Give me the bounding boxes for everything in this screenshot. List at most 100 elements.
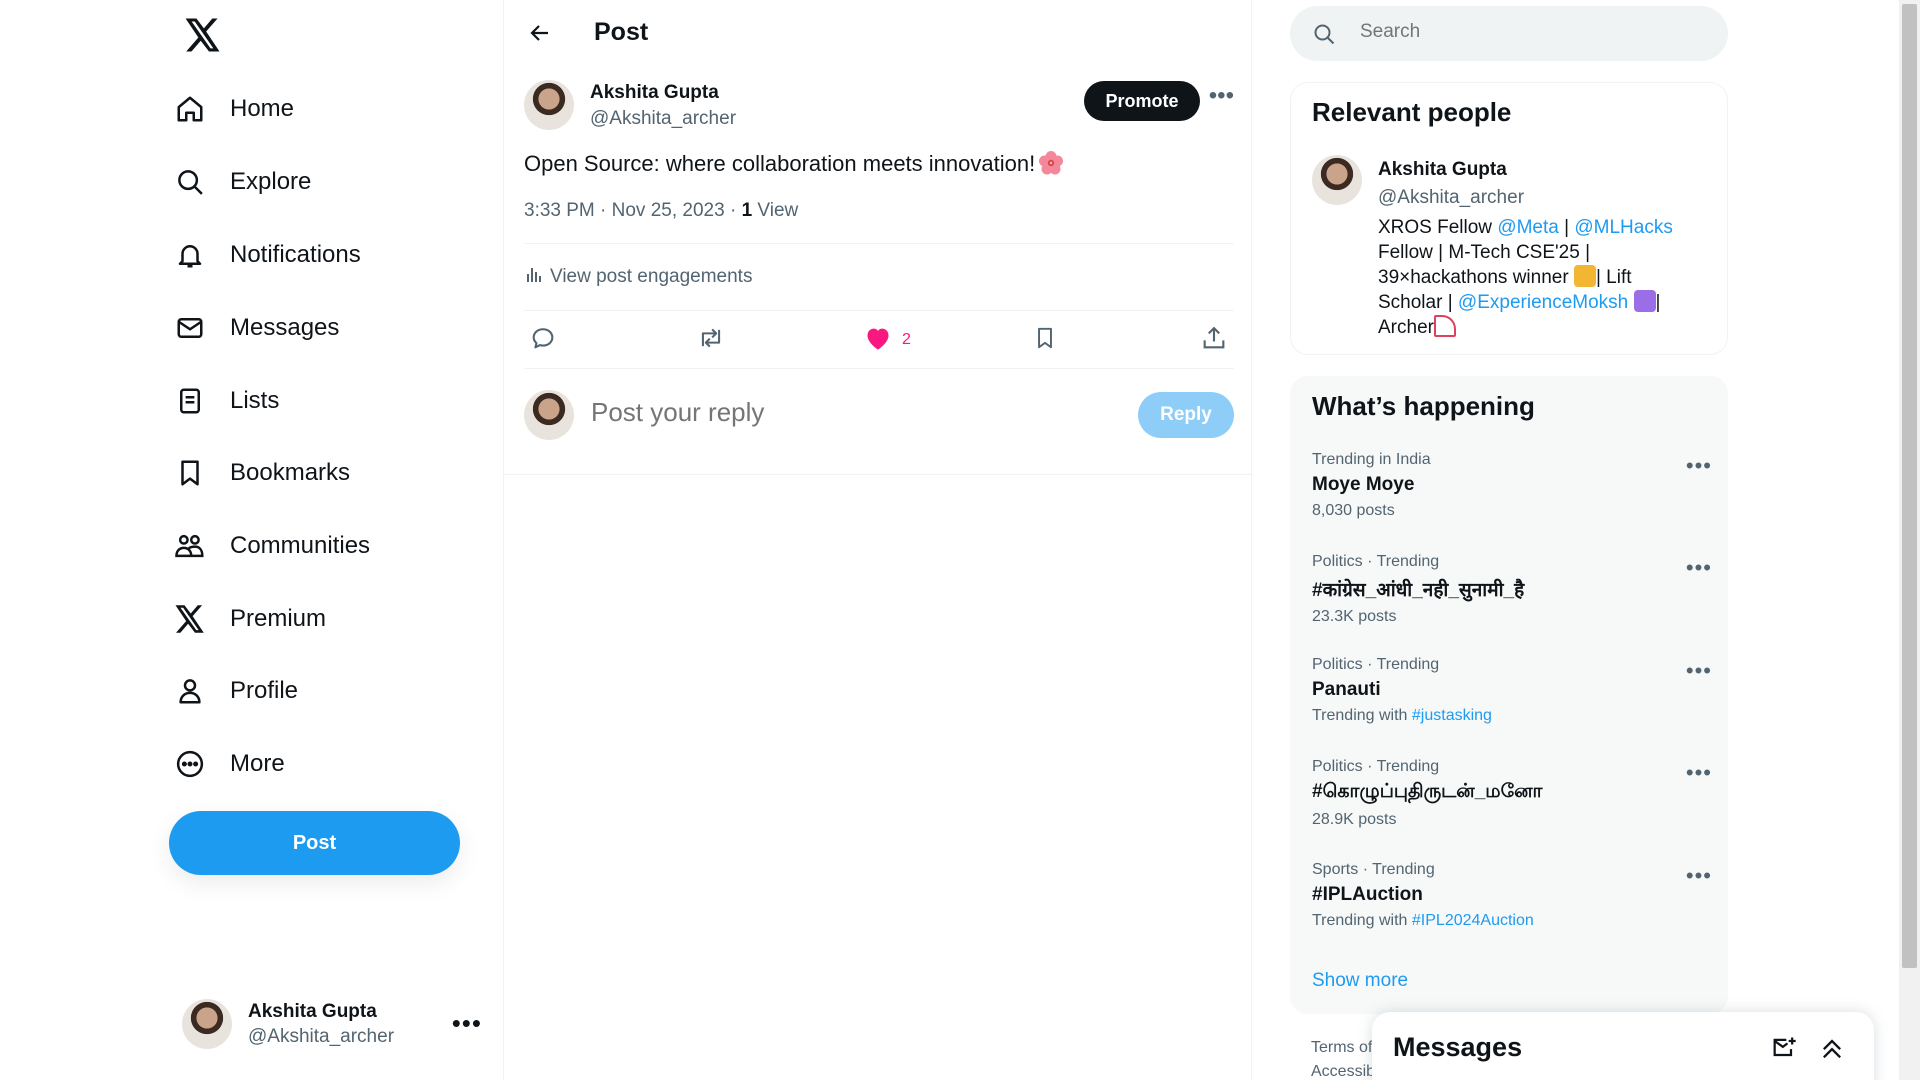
trend-item[interactable]: Politics · Trending #कांग्रेस_आंधी_नही_स… xyxy=(1312,553,1712,626)
trend-name: #कांग्रेस_आंधी_नही_सुनामी_है xyxy=(1312,580,1525,601)
reply-action[interactable] xyxy=(529,322,557,358)
scrollbar-thumb[interactable] xyxy=(1902,4,1917,968)
divider xyxy=(504,474,1253,475)
repost-action[interactable] xyxy=(696,322,726,358)
account-switcher[interactable]: Akshita Gupta @Akshita_archer ••• xyxy=(182,996,482,1052)
trophy-emoji-icon xyxy=(1573,265,1596,287)
avatar xyxy=(182,999,232,1049)
panel-title: Relevant people xyxy=(1312,97,1512,127)
nav-lists[interactable]: Lists xyxy=(172,373,279,429)
tweet-author: Akshita Gupta @Akshita_archer Promote ••… xyxy=(524,80,1234,134)
nav-profile-label: Profile xyxy=(230,677,299,704)
bio-link[interactable]: @Meta xyxy=(1497,217,1559,238)
nav-profile[interactable]: Profile xyxy=(172,663,298,719)
trend-hashtag-link[interactable]: #justasking xyxy=(1412,707,1492,724)
bookmark-action[interactable] xyxy=(1032,322,1058,358)
more-icon[interactable]: ••• xyxy=(1686,555,1712,581)
avatar[interactable] xyxy=(524,80,574,130)
communities-icon xyxy=(172,528,208,564)
trend-context: Politics · Trending xyxy=(1312,656,1440,673)
messages-drawer-title: Messages xyxy=(1393,1032,1523,1062)
person-name[interactable]: Akshita Gupta xyxy=(1378,159,1507,181)
trend-name: Panauti xyxy=(1312,679,1381,700)
trend-hashtag-link[interactable]: #IPL2024Auction xyxy=(1412,912,1534,929)
bio-link[interactable]: @ExperienceMoksh xyxy=(1458,292,1628,313)
like-action[interactable]: 2 xyxy=(864,322,911,358)
trend-posts: 8,030 posts xyxy=(1312,502,1712,520)
tweet-text-content: Open Source: where collaboration meets i… xyxy=(524,151,1036,176)
show-more-link[interactable]: Show more xyxy=(1312,970,1408,992)
person-icon xyxy=(172,673,208,709)
avatar[interactable] xyxy=(1312,155,1362,205)
nav-notifications[interactable]: Notifications xyxy=(172,227,361,283)
more-icon[interactable]: ••• xyxy=(1686,658,1712,684)
engagements-label: View post engagements xyxy=(550,266,753,287)
reply-input[interactable] xyxy=(591,397,1091,428)
nav-explore-label: Explore xyxy=(230,168,312,195)
reply-icon xyxy=(529,324,557,357)
account-handle: @Akshita_archer xyxy=(248,1025,395,1047)
search-icon xyxy=(1312,22,1336,51)
more-icon[interactable]: ••• xyxy=(1209,82,1234,110)
divider xyxy=(524,310,1234,311)
relevant-people-panel: Relevant people Akshita Gupta @Akshita_a… xyxy=(1290,82,1728,355)
nav-messages[interactable]: Messages xyxy=(172,300,339,356)
bio-link[interactable]: @MLHacks xyxy=(1574,217,1672,238)
nav-more[interactable]: More xyxy=(172,736,285,792)
main-column: Post Akshita Gupta @Akshita_archer Promo… xyxy=(503,0,1253,1080)
trend-posts: 23.3K posts xyxy=(1312,608,1712,626)
person-bio: XROS Fellow @Meta | @MLHacks Fellow | M-… xyxy=(1378,215,1678,340)
back-arrow-icon[interactable] xyxy=(524,17,556,49)
nav-communities-label: Communities xyxy=(230,532,371,559)
post-header: Post xyxy=(504,0,1253,66)
repost-icon xyxy=(696,324,726,357)
tweet-timestamp[interactable]: 3:33 PM · Nov 25, 2023 · xyxy=(524,200,742,221)
person-handle[interactable]: @Akshita_archer xyxy=(1378,187,1524,209)
trend-context: Politics · Trending xyxy=(1312,553,1440,570)
trend-item[interactable]: Sports · Trending #IPLAuction Trending w… xyxy=(1312,861,1712,930)
page-scrollbar[interactable] xyxy=(1899,0,1920,1080)
x-logo-icon[interactable] xyxy=(182,14,224,56)
trend-posts: Trending with #IPL2024Auction xyxy=(1312,912,1712,930)
share-action[interactable] xyxy=(1200,322,1228,358)
trend-item[interactable]: Trending in India Moye Moye 8,030 posts … xyxy=(1312,451,1712,520)
more-icon[interactable]: ••• xyxy=(1686,760,1712,786)
right-sidebar: Relevant people Akshita Gupta @Akshita_a… xyxy=(1290,0,1730,1080)
more-icon[interactable]: ••• xyxy=(1686,453,1712,479)
nav-bookmarks[interactable]: Bookmarks xyxy=(172,445,350,501)
nav-premium[interactable]: Premium xyxy=(172,591,326,647)
new-message-icon[interactable] xyxy=(1770,1034,1798,1067)
share-icon xyxy=(1200,324,1228,357)
nav-explore[interactable]: Explore xyxy=(172,154,311,210)
footer-link[interactable]: Accessib xyxy=(1311,1060,1375,1080)
search-input[interactable] xyxy=(1360,21,1700,43)
like-count: 2 xyxy=(902,331,911,348)
search-box[interactable] xyxy=(1290,6,1728,61)
nav-home[interactable]: Home xyxy=(172,81,294,137)
trend-sub-text: Trending with xyxy=(1312,707,1412,724)
messages-drawer[interactable]: Messages xyxy=(1372,1012,1874,1080)
list-icon xyxy=(172,383,208,419)
search-icon xyxy=(172,164,208,200)
footer-link[interactable]: Terms of xyxy=(1311,1036,1375,1060)
trend-item[interactable]: Politics · Trending #கொழுப்புதிருடன்_மனோ… xyxy=(1312,758,1712,829)
trend-item[interactable]: Politics · Trending Panauti Trending wit… xyxy=(1312,656,1712,725)
nav-communities[interactable]: Communities xyxy=(172,518,370,574)
reply-button[interactable]: Reply xyxy=(1138,392,1234,438)
author-name[interactable]: Akshita Gupta xyxy=(590,82,719,104)
trend-posts: Trending with #justasking xyxy=(1312,707,1712,725)
more-icon[interactable]: ••• xyxy=(452,1008,482,1039)
left-navigation: Home Explore Notifications Messages List… xyxy=(160,0,502,1080)
expand-up-icon[interactable] xyxy=(1818,1034,1846,1067)
more-icon[interactable]: ••• xyxy=(1686,863,1712,889)
divider xyxy=(524,243,1234,244)
nav-messages-label: Messages xyxy=(230,314,340,341)
hibiscus-emoji-icon xyxy=(1038,150,1064,176)
promote-button[interactable]: Promote xyxy=(1084,81,1200,121)
view-engagements-link[interactable]: View post engagements xyxy=(524,264,752,290)
author-handle[interactable]: @Akshita_archer xyxy=(590,108,736,130)
trend-posts: 28.9K posts xyxy=(1312,811,1712,829)
page-title: Post xyxy=(594,18,649,46)
nav-premium-label: Premium xyxy=(230,605,327,632)
post-button[interactable]: Post xyxy=(169,811,460,875)
